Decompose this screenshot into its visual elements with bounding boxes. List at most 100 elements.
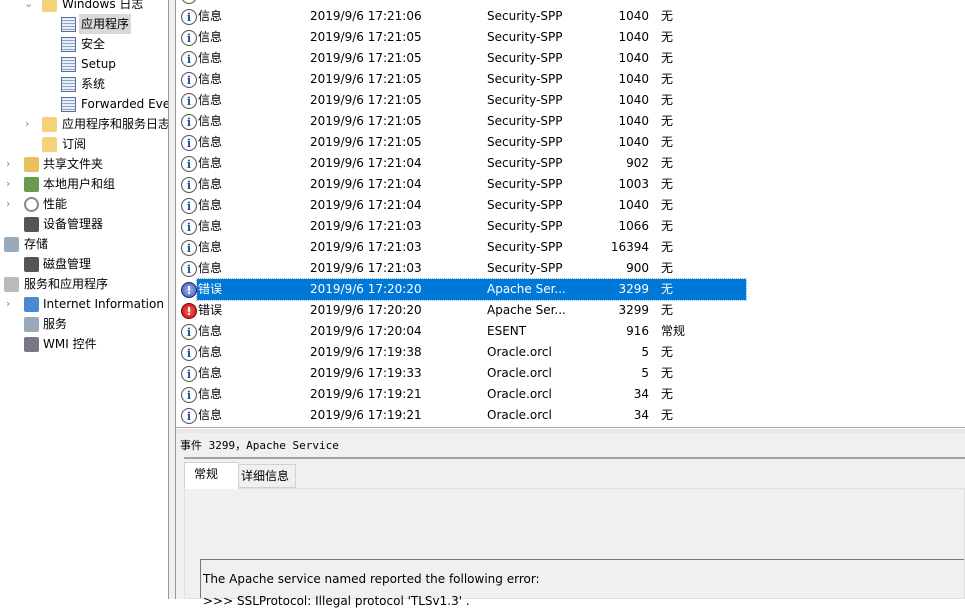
source-cell: Security-SPP (487, 135, 563, 149)
tree-item-label: 本地用户和组 (43, 177, 116, 191)
tree-item[interactable]: 安全 (0, 34, 168, 54)
info-icon: i (181, 72, 197, 88)
pane-splitter[interactable] (168, 0, 176, 599)
table-row[interactable]: i 信息 2019/9/6 17:21:03 Security-SPP 1066… (176, 216, 965, 237)
table-row[interactable]: i 信息 2019/9/6 17:21:05 Security-SPP 1040… (176, 90, 965, 111)
chevron-right-icon[interactable]: › (6, 294, 16, 314)
table-row[interactable]: ! 错误 2019/9/6 17:20:20 Apache Ser... 329… (176, 300, 965, 321)
tab-general[interactable]: 常规 (184, 462, 240, 489)
disk-icon (24, 257, 39, 272)
chevron-right-icon[interactable]: › (6, 194, 16, 214)
category-cell: 无 (661, 9, 674, 23)
category-cell: 无 (661, 30, 674, 44)
tree-item[interactable]: Setup (0, 54, 168, 74)
table-row[interactable]: i 信息 2019/9/6 17:21:05 Security-SPP 1040… (176, 111, 965, 132)
tab-details[interactable]: 详细信息 (234, 464, 297, 488)
table-row[interactable]: i 信息 2019/9/6 17:21:05 Security-SPP 1040… (176, 69, 965, 90)
date-cell: 2019/9/6 17:21:03 (310, 219, 422, 233)
table-row[interactable]: i 信息 2019/9/6 17:19:21 Oracle.orcl 34 无 (176, 405, 965, 426)
level-cell: 信息 (198, 366, 223, 380)
tree-item-label: Setup (81, 57, 116, 71)
table-row[interactable]: i 信息 2019/9/6 17:21:06 Security-SPP 1040… (176, 6, 965, 27)
tree-item[interactable]: 存储 (0, 234, 168, 254)
event-detail-title: 事件 3299，Apache Service (180, 439, 339, 452)
event-id-cell: 16394 (610, 240, 649, 254)
source-cell: Security-SPP (487, 156, 563, 170)
table-row[interactable]: i 信息 2019/9/6 17:21:04 Security-SPP 1040… (176, 195, 965, 216)
info-icon: i (181, 198, 197, 214)
tree-item[interactable]: ⌄ Windows 日志 (0, 0, 168, 14)
tree-item[interactable]: Forwarded Eve (0, 94, 168, 114)
table-row[interactable]: i 信息 2019/9/6 17:21:05 Security-SPP 1040… (176, 27, 965, 48)
date-cell: 2019/9/6 17:21:04 (310, 156, 422, 170)
tree-item[interactable]: › Internet Information S (0, 294, 168, 314)
tab-panel: The Apache service named reported the fo… (184, 488, 965, 608)
tree-item[interactable]: 服务和应用程序 (0, 274, 168, 294)
table-row[interactable]: i 信息 2019/9/6 17:19:21 Oracle.orcl 34 无 (176, 384, 965, 405)
info-icon: i (181, 30, 197, 46)
folder-icon (42, 117, 57, 132)
tree-item[interactable]: 订阅 (0, 134, 168, 154)
tree-item[interactable]: 服务 (0, 314, 168, 334)
shared-folder-icon (24, 157, 39, 172)
event-id-cell: 916 (626, 324, 649, 338)
users-icon (24, 177, 39, 192)
message-line: The Apache service named reported the fo… (203, 572, 540, 586)
table-row[interactable]: i 信息 2019/9/6 17:21:04 Security-SPP 1003… (176, 174, 965, 195)
table-row[interactable]: i 信息 2019/9/6 17:19:38 Oracle.orcl 5 无 (176, 342, 965, 363)
event-id-cell: 5 (641, 366, 649, 380)
date-cell: 2019/9/6 17:20:20 (310, 282, 422, 296)
tree-item-label: 设备管理器 (43, 217, 104, 231)
event-message[interactable]: The Apache service named reported the fo… (200, 559, 964, 608)
table-row[interactable]: i 信息 2019/9/6 17:21:05 Security-SPP 1040… (176, 132, 965, 153)
level-cell: 信息 (198, 51, 223, 65)
source-cell: Security-SPP (487, 30, 563, 44)
log-icon (61, 57, 76, 72)
table-row[interactable]: i 信息 2019/9/6 17:21:03 Security-SPP 900 … (176, 258, 965, 279)
tree-item[interactable]: 设备管理器 (0, 214, 168, 234)
table-row[interactable]: ! 错误 2019/9/6 17:20:20 Apache Ser... 329… (176, 278, 965, 301)
info-icon: i (181, 177, 197, 193)
tree-item-label: Internet Information S (43, 297, 168, 311)
table-row[interactable]: i 信息 2019/9/6 17:19:33 Oracle.orcl 5 无 (176, 363, 965, 384)
chevron-right-icon[interactable]: › (6, 174, 16, 194)
chevron-down-icon[interactable]: ⌄ (24, 0, 34, 14)
category-cell: 无 (661, 156, 674, 170)
info-icon: i (181, 387, 197, 403)
tree-item-label: 共享文件夹 (43, 157, 104, 171)
tree-item[interactable]: WMI 控件 (0, 334, 168, 354)
event-id-cell: 1040 (618, 93, 649, 107)
tree-item[interactable]: 应用程序 (0, 14, 168, 34)
date-cell: 2019/9/6 17:21:05 (310, 72, 422, 86)
tree-item[interactable]: › 共享文件夹 (0, 154, 168, 174)
source-cell: Security-SPP (487, 51, 563, 65)
info-icon: i (181, 135, 197, 151)
device-manager-icon (24, 217, 39, 232)
source-cell: Security-SPP (487, 9, 563, 23)
category-cell: 无 (661, 177, 674, 191)
event-id-cell: 1040 (618, 30, 649, 44)
tree-item[interactable]: 磁盘管理 (0, 254, 168, 274)
table-row[interactable]: i 信息 2019/9/6 17:21:03 Security-SPP 1639… (176, 237, 965, 258)
wmi-icon (24, 337, 39, 352)
tree-item[interactable]: › 本地用户和组 (0, 174, 168, 194)
chevron-right-icon[interactable]: › (25, 114, 35, 134)
source-cell: ESENT (487, 324, 527, 338)
tree-item[interactable]: 系统 (0, 74, 168, 94)
info-icon: i (181, 156, 197, 172)
source-cell: Oracle.orcl (487, 366, 552, 380)
date-cell: 2019/9/6 17:20:04 (310, 324, 422, 338)
tree-item[interactable]: › 应用程序和服务日志 (0, 114, 168, 134)
tree-item-label: WMI 控件 (43, 337, 97, 351)
tree-item[interactable]: › 性能 (0, 194, 168, 214)
table-row[interactable]: i 信息 2019/9/6 17:21:04 Security-SPP 902 … (176, 153, 965, 174)
source-cell: Apache Ser... (487, 282, 566, 296)
date-cell: 2019/9/6 17:21:06 (310, 9, 422, 23)
tree-item-label: 系统 (81, 77, 106, 91)
table-row[interactable]: i 信息 2019/9/6 17:21:05 Security-SPP 1040… (176, 48, 965, 69)
table-row[interactable]: i 信息 2019/9/6 17:20:04 ESENT 916 常规 (176, 321, 965, 342)
chevron-right-icon[interactable]: › (6, 154, 16, 174)
date-cell: 2019/9/6 17:21:03 (310, 240, 422, 254)
storage-icon (4, 237, 19, 252)
level-cell: 信息 (198, 261, 223, 275)
